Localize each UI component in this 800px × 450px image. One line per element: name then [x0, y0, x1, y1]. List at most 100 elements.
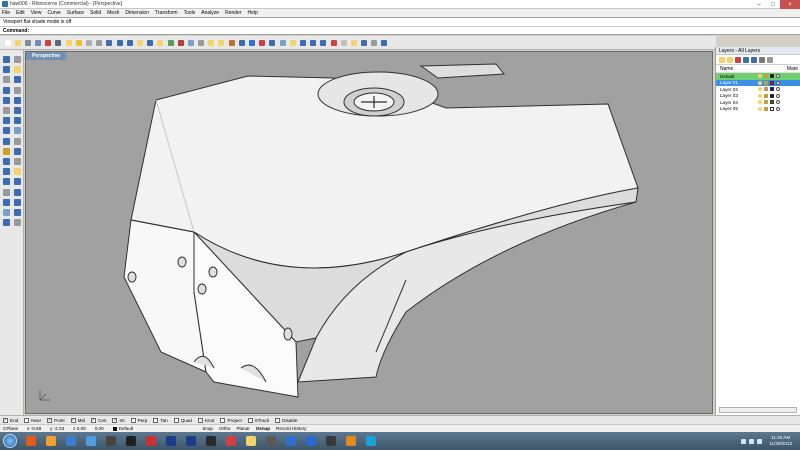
- osnap-checkbox[interactable]: [130, 417, 136, 423]
- sidebar-tool-icon[interactable]: [13, 116, 22, 125]
- osnap-strack[interactable]: STrack: [247, 417, 269, 423]
- toolbar-tool-icon[interactable]: [23, 38, 32, 47]
- sidebar-tool-icon[interactable]: [2, 96, 11, 105]
- tray-clock[interactable]: 11:46 AM 11/28/2013: [769, 435, 792, 447]
- toolbar-tool-icon[interactable]: [278, 38, 287, 47]
- menu-tools[interactable]: Tools: [184, 10, 196, 16]
- osnap-mid[interactable]: ✓ Mid: [70, 417, 85, 423]
- sidebar-tool-icon[interactable]: [13, 65, 22, 74]
- osnap-checkbox[interactable]: ✓: [91, 417, 97, 423]
- toolbar-tool-icon[interactable]: [258, 38, 267, 47]
- taskbar-app-button[interactable]: [342, 434, 359, 448]
- osnap-checkbox[interactable]: [220, 417, 226, 423]
- taskbar-app-button[interactable]: [162, 434, 179, 448]
- maximize-button[interactable]: □: [766, 0, 780, 9]
- taskbar-app-button[interactable]: [222, 434, 239, 448]
- layer-material-icon[interactable]: [776, 80, 780, 85]
- sidebar-tool-icon[interactable]: [2, 137, 11, 146]
- toolbar-tool-icon[interactable]: [156, 38, 165, 47]
- osnap-checkbox[interactable]: ✓: [70, 417, 76, 423]
- toolbar-tool-icon[interactable]: [207, 38, 216, 47]
- layers-scrollbar[interactable]: [719, 407, 797, 413]
- taskbar-app-button[interactable]: [182, 434, 199, 448]
- layer-color-swatch[interactable]: [770, 106, 774, 111]
- toolbar-tool-icon[interactable]: [74, 38, 83, 47]
- toolbar-tool-icon[interactable]: [125, 38, 134, 47]
- menu-dimension[interactable]: Dimension: [125, 10, 149, 16]
- toolbar-tool-icon[interactable]: [227, 38, 236, 47]
- viewport-title-tab[interactable]: Perspective: [26, 52, 67, 60]
- minimize-button[interactable]: –: [752, 0, 766, 9]
- toolbar-tool-icon[interactable]: [370, 38, 379, 47]
- command-input[interactable]: [32, 27, 333, 34]
- taskbar-app-button[interactable]: [242, 434, 259, 448]
- osnap-disable[interactable]: Disable: [275, 417, 297, 423]
- tray-flag-icon[interactable]: [741, 438, 747, 444]
- sidebar-tool-icon[interactable]: [2, 55, 11, 64]
- osnap-end[interactable]: ✓ End: [3, 417, 18, 423]
- lock-icon[interactable]: [764, 93, 768, 98]
- sidebar-tool-icon[interactable]: [13, 177, 22, 186]
- sidebar-tool-icon[interactable]: [13, 198, 22, 207]
- taskbar-app-button[interactable]: [22, 434, 39, 448]
- toolbar-tool-icon[interactable]: [288, 38, 297, 47]
- osnap-checkbox[interactable]: [275, 417, 281, 423]
- sidebar-tool-icon[interactable]: [13, 96, 22, 105]
- taskbar-app-button[interactable]: [62, 434, 79, 448]
- toolbar-tool-icon[interactable]: [268, 38, 277, 47]
- toolbar-tool-icon[interactable]: [309, 38, 318, 47]
- sidebar-tool-icon[interactable]: [2, 188, 11, 197]
- toolbar-tool-icon[interactable]: [298, 38, 307, 47]
- sidebar-tool-icon[interactable]: [13, 208, 22, 217]
- menu-analyze[interactable]: Analyze: [201, 10, 219, 16]
- toolbar-tool-icon[interactable]: [380, 38, 389, 47]
- layer-color-swatch[interactable]: [770, 80, 774, 85]
- toolbar-tool-icon[interactable]: [64, 38, 73, 47]
- layer-material-icon[interactable]: [776, 93, 780, 98]
- osnap-perp[interactable]: Perp: [130, 417, 147, 423]
- status-toggle-ortho[interactable]: Ortho: [219, 426, 231, 431]
- visibility-bulb-icon[interactable]: [758, 106, 762, 111]
- sidebar-tool-icon[interactable]: [13, 188, 22, 197]
- sidebar-tool-icon[interactable]: [2, 106, 11, 115]
- sidebar-tool-icon[interactable]: [13, 55, 22, 64]
- lock-icon[interactable]: [764, 100, 768, 105]
- toolbar-tool-icon[interactable]: [85, 38, 94, 47]
- toolbar-tool-icon[interactable]: [13, 38, 22, 47]
- menu-view[interactable]: View: [31, 10, 42, 16]
- toolbar-tool-icon[interactable]: [248, 38, 257, 47]
- toolbar-tool-icon[interactable]: [3, 38, 12, 47]
- osnap-checkbox[interactable]: [247, 417, 253, 423]
- taskbar-app-button[interactable]: [302, 434, 319, 448]
- taskbar-app-button[interactable]: [282, 434, 299, 448]
- tray-network-icon[interactable]: [749, 438, 755, 444]
- toolbar-tool-icon[interactable]: [176, 38, 185, 47]
- toolbar-tool-icon[interactable]: [115, 38, 124, 47]
- sidebar-tool-icon[interactable]: [2, 177, 11, 186]
- layer-material-icon[interactable]: [776, 87, 780, 92]
- toolbar-tool-icon[interactable]: [217, 38, 226, 47]
- taskbar-app-button[interactable]: [142, 434, 159, 448]
- status-toggle-record-history[interactable]: Record History: [276, 426, 306, 431]
- osnap-checkbox[interactable]: ✓: [47, 417, 53, 423]
- perspective-viewport[interactable]: Perspective: [25, 51, 713, 414]
- new-sublayer-icon[interactable]: [727, 56, 733, 63]
- layer-color-swatch[interactable]: [770, 93, 774, 98]
- taskbar-app-button[interactable]: [322, 434, 339, 448]
- osnap-checkbox[interactable]: [197, 417, 203, 423]
- menu-edit[interactable]: Edit: [16, 10, 25, 16]
- sidebar-tool-icon[interactable]: [13, 126, 22, 135]
- taskbar-app-button[interactable]: [42, 434, 59, 448]
- menu-help[interactable]: Help: [248, 10, 258, 16]
- lock-icon[interactable]: [764, 106, 768, 111]
- sidebar-tool-icon[interactable]: [2, 157, 11, 166]
- toolbar-tool-icon[interactable]: [166, 38, 175, 47]
- toolbar-tool-icon[interactable]: [95, 38, 104, 47]
- toolbar-tool-icon[interactable]: [349, 38, 358, 47]
- toolbar-tool-icon[interactable]: [54, 38, 63, 47]
- toolbar-tool-icon[interactable]: [319, 38, 328, 47]
- taskbar-app-button[interactable]: [202, 434, 219, 448]
- menu-transform[interactable]: Transform: [155, 10, 178, 16]
- status-cplane[interactable]: CPlane: [3, 426, 18, 431]
- osnap-int[interactable]: ✓ Int: [112, 417, 125, 423]
